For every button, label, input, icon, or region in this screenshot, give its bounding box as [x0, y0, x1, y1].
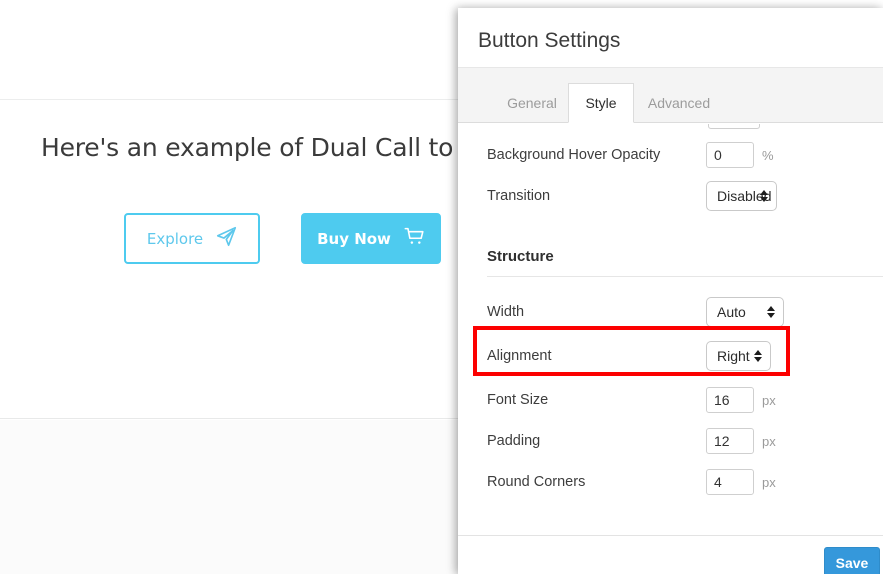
field-row-alignment: Alignment Right: [458, 335, 883, 377]
round-corners-input[interactable]: [706, 469, 754, 495]
paper-plane-icon: [216, 226, 237, 251]
font-size-input[interactable]: [706, 387, 754, 413]
select-stepper-arrows-icon: [759, 189, 768, 203]
alignment-label: Alignment: [487, 348, 552, 364]
save-button[interactable]: Save: [824, 547, 880, 574]
round-corners-control: px: [706, 469, 776, 495]
section-heading-structure: Structure: [487, 248, 554, 265]
width-select[interactable]: Auto: [706, 297, 784, 327]
modal-body: Background Hover Opacity % Transition Di…: [458, 124, 883, 535]
modal-tab-bar: General Style Advanced: [458, 68, 883, 123]
round-corners-label: Round Corners: [487, 474, 586, 490]
alignment-select[interactable]: Right: [706, 341, 771, 371]
tab-style[interactable]: Style: [568, 83, 634, 123]
field-row-transition: Transition Disabled: [458, 175, 883, 217]
width-label: Width: [487, 304, 525, 320]
field-row-round-corners: Round Corners px: [458, 461, 883, 503]
background-hover-opacity-label: Background Hover Opacity: [487, 147, 661, 163]
field-row-width: Width Auto: [458, 291, 883, 333]
select-stepper-arrows-icon: [766, 305, 775, 319]
field-row-padding: Padding px: [458, 420, 883, 462]
screenshot-root: Here's an example of Dual Call to Action…: [0, 0, 883, 574]
background-hover-opacity-control: %: [706, 142, 774, 168]
padding-control: px: [706, 428, 776, 454]
section-divider-structure: [487, 276, 883, 277]
width-select-value: Auto: [717, 304, 746, 320]
modal-header: Button Settings: [458, 8, 883, 68]
shopping-cart-icon: [404, 226, 425, 251]
buy-now-button-label: Buy Now: [317, 229, 391, 248]
transition-select[interactable]: Disabled: [706, 181, 777, 211]
buy-now-button[interactable]: Buy Now: [301, 213, 441, 264]
button-settings-modal: Button Settings General Style Advanced B…: [458, 8, 883, 574]
tab-general[interactable]: General: [496, 83, 568, 123]
font-size-unit: px: [762, 392, 776, 408]
tab-advanced[interactable]: Advanced: [634, 83, 724, 123]
round-corners-unit: px: [762, 474, 776, 490]
font-size-control: px: [706, 387, 776, 413]
modal-footer: Save: [458, 535, 883, 574]
background-hover-opacity-unit: %: [762, 147, 774, 163]
explore-button-label: Explore: [146, 229, 204, 248]
transition-label: Transition: [487, 188, 551, 204]
explore-button[interactable]: Explore: [124, 213, 260, 264]
transition-control: Disabled: [706, 181, 777, 211]
alignment-control: Right: [706, 341, 771, 371]
font-size-label: Font Size: [487, 392, 549, 408]
field-row-background-hover-opacity: Background Hover Opacity %: [458, 134, 883, 176]
modal-title: Button Settings: [478, 29, 621, 52]
padding-input[interactable]: [706, 428, 754, 454]
alignment-select-value: Right: [717, 348, 750, 364]
clipped-input-above: [708, 124, 760, 129]
select-stepper-arrows-icon: [753, 349, 762, 363]
field-row-font-size: Font Size px: [458, 379, 883, 421]
width-control: Auto: [706, 297, 784, 327]
padding-label: Padding: [487, 433, 541, 449]
cta-button-row: Explore Buy Now: [124, 213, 441, 264]
background-hover-opacity-input[interactable]: [706, 142, 754, 168]
padding-unit: px: [762, 433, 776, 449]
